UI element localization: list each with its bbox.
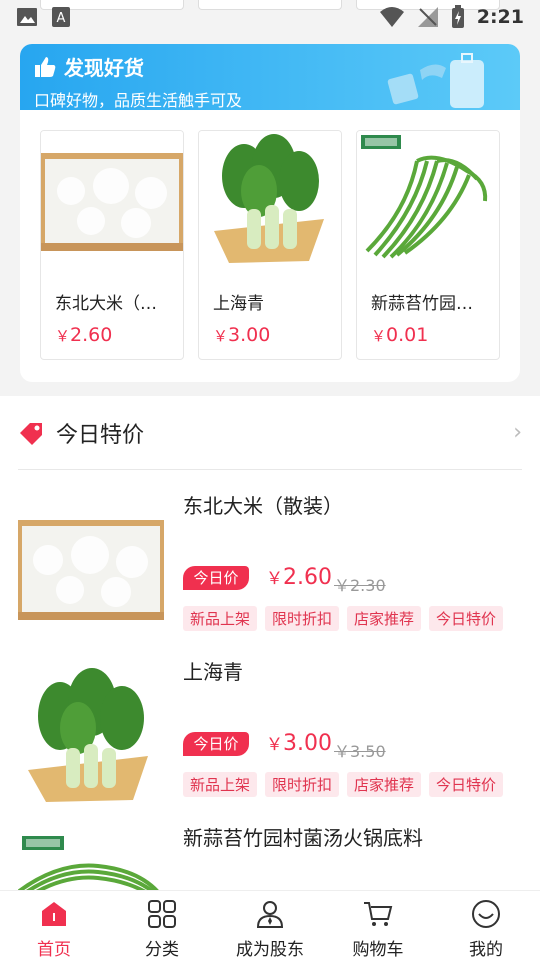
- product-tags: 新品上架 限时折扣 店家推荐 今日特价: [183, 606, 504, 631]
- luggage-decoration-icon: [387, 53, 484, 108]
- thumbs-up-icon: [35, 56, 56, 77]
- a-icon: A: [52, 7, 70, 27]
- nav-label: 首页: [37, 940, 71, 960]
- nav-label: 我的: [469, 940, 503, 960]
- product-row[interactable]: 新蒜苔竹园村菌汤火锅底料: [18, 822, 522, 890]
- image-icon: [17, 8, 37, 26]
- product-row[interactable]: 东北大米（散装） 今日价 ￥2.60 ￥2.30 新品上架 限时折扣 店家推荐 …: [18, 490, 522, 646]
- tag: 今日特价: [429, 772, 504, 797]
- tag: 今日特价: [429, 606, 504, 631]
- status-bar: A 2:21: [0, 0, 540, 34]
- tag: 店家推荐: [347, 606, 422, 631]
- battery-charging-icon: [451, 5, 464, 28]
- discover-item[interactable]: 东北大米（… ￥2.60: [40, 130, 184, 360]
- today-price-badge: 今日价: [183, 732, 249, 756]
- product-old-price: ￥2.30: [334, 576, 386, 595]
- nav-category[interactable]: 分类: [108, 891, 216, 960]
- wifi-icon: [379, 7, 404, 27]
- product-name: 上海青: [183, 660, 243, 684]
- status-time: 2:21: [476, 6, 524, 28]
- discover-section: 发现好货 口碑好物，品质生活触手可及 东北大米（… ￥2.60 上海青 ￥3.0…: [20, 44, 520, 382]
- bok-choy-image: [199, 131, 341, 275]
- home-icon: [42, 902, 66, 926]
- discover-item-name: 新蒜苔竹园…: [371, 294, 473, 314]
- product-old-price: ￥3.50: [334, 742, 386, 761]
- product-name: 东北大米（散装）: [183, 494, 343, 518]
- bottom-nav: 首页 分类 成为股东 购物车 我的: [0, 890, 540, 960]
- nav-mine[interactable]: 我的: [432, 891, 540, 960]
- product-price: ￥3.00: [266, 731, 332, 756]
- garlic-sprouts-image: [18, 832, 164, 890]
- product-row[interactable]: 上海青 今日价 ￥3.00 ￥3.50 新品上架 限时折扣 店家推荐 今日特价: [18, 656, 522, 812]
- discover-item-price: ￥2.60: [55, 324, 113, 346]
- chevron-right-icon[interactable]: ›: [513, 420, 522, 445]
- discover-item[interactable]: 上海青 ￥3.00: [198, 130, 342, 360]
- svg-text:A: A: [57, 11, 66, 26]
- special-header[interactable]: 今日特价 ›: [18, 396, 522, 470]
- nav-cart[interactable]: 购物车: [324, 891, 432, 960]
- discover-banner[interactable]: 发现好货 口碑好物，品质生活触手可及: [20, 44, 520, 110]
- special-section: 今日特价 › 东北大米（散装） 今日价 ￥2.60 ￥2.30 新品上架 限时折…: [0, 396, 540, 890]
- rice-image: [41, 131, 183, 275]
- nav-shareholder[interactable]: 成为股东: [216, 891, 324, 960]
- discover-item-name: 上海青: [213, 294, 264, 314]
- nav-label: 成为股东: [236, 940, 304, 960]
- discover-item[interactable]: 新蒜苔竹园… ￥0.01: [356, 130, 500, 360]
- discover-item-name: 东北大米（…: [55, 294, 157, 314]
- special-title: 今日特价: [56, 422, 145, 448]
- garlic-sprouts-image: [357, 131, 499, 275]
- discover-title: 发现好货: [64, 56, 144, 80]
- product-name: 新蒜苔竹园村菌汤火锅底料: [183, 826, 423, 850]
- product-price: ￥2.60: [266, 565, 332, 590]
- no-signal-icon: [417, 7, 438, 27]
- nav-home[interactable]: 首页: [0, 891, 108, 960]
- tag: 新品上架: [183, 606, 258, 631]
- smile-icon: [472, 900, 500, 928]
- today-price-badge: 今日价: [183, 566, 249, 590]
- tag: 限时折扣: [265, 606, 340, 631]
- bok-choy-image: [18, 666, 164, 812]
- cart-icon: [364, 902, 393, 926]
- nav-label: 分类: [145, 940, 179, 960]
- product-tags: 新品上架 限时折扣 店家推荐 今日特价: [183, 772, 504, 797]
- discover-item-price: ￥3.00: [213, 324, 271, 346]
- discover-items: 东北大米（… ￥2.60 上海青 ￥3.00 新蒜苔竹园… ￥0.01: [20, 110, 520, 360]
- tag: 新品上架: [183, 772, 258, 797]
- discover-item-price: ￥0.01: [371, 324, 429, 346]
- tag: 店家推荐: [347, 772, 422, 797]
- price-tag-icon: [20, 422, 42, 445]
- rice-image: [18, 500, 164, 646]
- user-tie-icon: [256, 901, 284, 928]
- nav-label: 购物车: [352, 940, 404, 960]
- grid-icon: [148, 900, 176, 928]
- tag: 限时折扣: [265, 772, 340, 797]
